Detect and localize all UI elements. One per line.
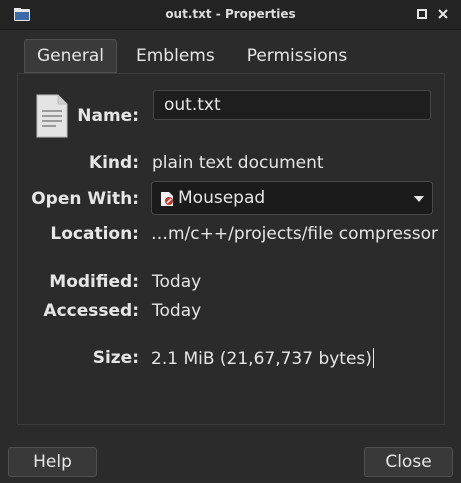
open-with-value: Mousepad — [178, 188, 266, 208]
kind-value: plain text document — [152, 153, 324, 173]
close-icon[interactable] — [438, 9, 448, 19]
open-with-dropdown[interactable]: Mousepad — [151, 181, 433, 215]
text-caret — [372, 348, 374, 368]
window-title: out.txt - Properties — [165, 7, 296, 21]
mousepad-icon — [161, 192, 173, 206]
name-label: Name: — [77, 106, 139, 126]
size-value: 2.1 MiB (21,67,737 bytes) — [151, 349, 372, 369]
title-bar: out.txt - Properties — [0, 0, 461, 30]
chevron-down-icon — [414, 196, 424, 202]
maximize-icon[interactable] — [417, 9, 427, 19]
size-label: Size: — [92, 348, 139, 368]
help-button[interactable]: Help — [8, 447, 97, 477]
tab-bar: General Emblems Permissions — [24, 39, 360, 73]
close-button[interactable]: Close — [364, 447, 453, 477]
modified-label: Modified: — [49, 272, 139, 292]
open-with-label: Open With: — [31, 189, 139, 209]
location-value: …m/c++/projects/file compressor — [151, 224, 439, 244]
accessed-value: Today — [152, 301, 202, 321]
tab-permissions[interactable]: Permissions — [234, 39, 361, 73]
tab-emblems[interactable]: Emblems — [123, 39, 228, 73]
location-label: Location: — [50, 224, 139, 244]
accessed-label: Accessed: — [43, 301, 139, 321]
modified-value: Today — [152, 272, 202, 292]
kind-label: Kind: — [88, 153, 139, 173]
tab-general[interactable]: General — [24, 39, 117, 73]
size-value-wrap: 2.1 MiB (21,67,737 bytes) — [151, 348, 374, 369]
name-field[interactable]: out.txt — [153, 90, 431, 120]
